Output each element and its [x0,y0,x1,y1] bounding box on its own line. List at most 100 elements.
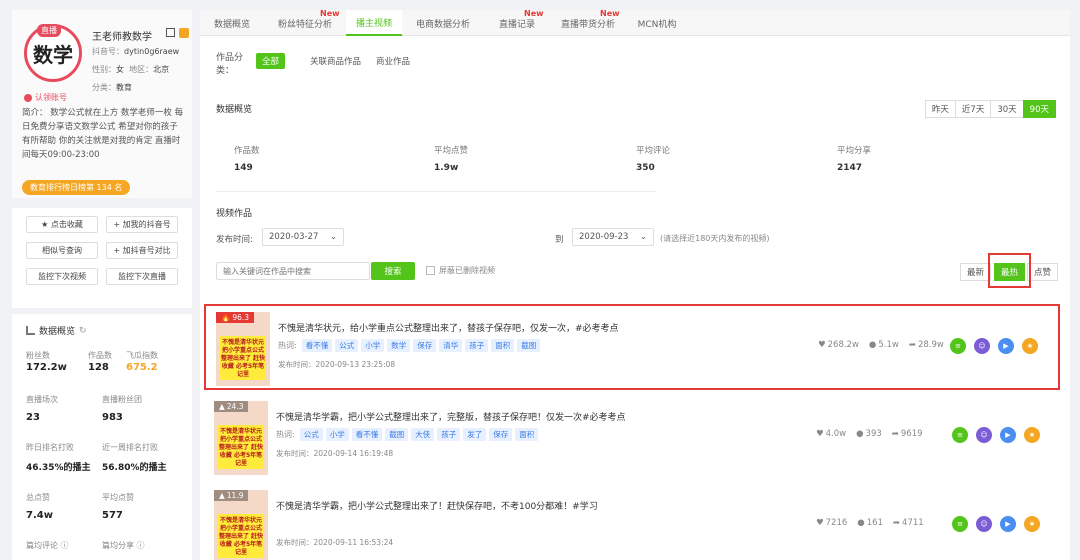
hot-tag[interactable]: 孩子 [437,428,461,441]
stat-label: 作品数 [234,146,260,156]
hot-tag[interactable]: 面积 [515,428,539,441]
hot-tag[interactable]: 清华 [439,339,463,352]
metrics: ♥ 7216 ● 161 ➦ 4711 [816,518,924,528]
tab-videos[interactable]: 播主视频 [346,10,402,36]
gender-region-row: 性别：女 地区：北京 [92,65,170,74]
video-row[interactable]: 不愧是清华状元 把小学重点公式 整理出来了 赶快收藏 必考5年笔记里 ▲ 11.9… [204,484,1060,560]
sort-likes[interactable]: 点赞 [1027,263,1059,281]
hot-tag[interactable]: 保存 [489,428,513,441]
share-icon: ➦ [908,340,916,350]
search-button[interactable]: 搜索 [371,262,415,280]
week-rank-value: 56.80%的播主 [102,463,167,473]
hot-tag[interactable]: 孩子 [465,339,489,352]
video-row[interactable]: 不愧是清华状元 把小学重点公式 整理出来了 赶快收藏 必考5年笔记里 🔥 96.3… [204,304,1060,390]
refresh-icon[interactable]: ↻ [79,326,87,336]
video-row[interactable]: 不愧是清华状元 把小学重点公式 整理出来了 赶快收藏 必考5年笔记里 ▲ 24.3… [204,395,1060,481]
hot-tag[interactable]: 公式 [335,339,359,352]
add-my-douyin-button[interactable]: + 加我的抖音号 [106,216,178,233]
hot-tag[interactable]: 数学 [387,339,411,352]
stat-value: 1.9w [434,163,459,173]
rank-pill[interactable]: 教育排行榜日榜第 134 名 [22,180,131,195]
sort-newest[interactable]: 最新 [960,263,992,281]
end-date-picker[interactable]: 2020-09-23 ⌄ [572,228,654,246]
hot-tag[interactable]: 小学 [325,428,349,441]
avatar-text: 数学 [33,42,73,67]
metrics: ♥ 4.0w ● 393 ➦ 9619 [816,429,923,439]
hot-tag[interactable]: 大侠 [411,428,435,441]
hot-tag[interactable]: 面积 [491,339,515,352]
row-actions: ≡ ☺ ▶ ★ [950,338,1038,354]
verified-icon [24,93,32,102]
category-filter-label: 作品分类： [216,53,244,76]
live-tag: 直播 [37,24,61,37]
compare-button[interactable]: + 加抖音号对比 [106,242,178,259]
video-title[interactable]: 不愧是清华学霸，把小学公式整理出来了，完整版，替孩子保存吧！仅发一次#必考考点 [276,410,626,423]
new-badge: New [524,9,544,18]
tab-bar: 数据概览 粉丝特征分析 New 播主视频 电商数据分析 直播记录 New 直播带货分… [200,9,1070,36]
video-title[interactable]: 不愧是清华状元，给小学重点公式整理出来了，替孩子保存吧，仅发一次，#必考考点 [278,321,619,334]
play-icon[interactable]: ▶ [998,338,1014,354]
flame-icon: 🔥 [221,313,231,322]
category-all[interactable]: 全部 [256,53,286,69]
hot-tag[interactable]: 截图 [385,428,409,441]
stat-value: 2147 [837,163,863,173]
hot-tag[interactable]: 发了 [463,428,487,441]
range-30d[interactable]: 30天 [990,100,1024,118]
video-thumbnail[interactable]: 不愧是清华状元 把小学重点公式 整理出来了 赶快收藏 必考5年笔记里 [216,312,270,386]
play-icon[interactable]: ▶ [1000,427,1016,443]
actions-card: ★ 点击收藏 + 加我的抖音号 相似号查询 + 加抖音号对比 监控下次视频 监控… [12,208,192,308]
to-label: 到 [555,235,564,245]
detail-icon[interactable]: ≡ [950,338,966,354]
hot-tag[interactable]: 小学 [361,339,385,352]
star-icon[interactable]: ★ [1022,338,1038,354]
hot-tag[interactable]: 保存 [413,339,437,352]
star-icon[interactable]: ★ [1024,427,1040,443]
douyin-id-row: 抖音号：dytin0g6raew [92,47,180,56]
search-input[interactable] [216,262,370,280]
avatar[interactable]: 直播 数学 [24,24,82,82]
video-title[interactable]: 不愧是清华学霸，把小学公式整理出来了！赶快保存吧，不考100分都难！#学习 [276,499,598,512]
tab-mcn[interactable]: MCN机构 [626,10,688,36]
overview-title: 数据概览 ↻ [26,324,87,337]
audience-icon[interactable]: ☺ [976,516,992,532]
audience-icon[interactable]: ☺ [974,338,990,354]
flying-index-label: 飞瓜指数 [126,351,158,360]
row-actions: ≡ ☺ ▶ ★ [952,427,1040,443]
live-count-value: 23 [26,412,40,423]
range-7d[interactable]: 近7天 [954,100,992,118]
start-date-picker[interactable]: 2020-03-27 ⌄ [262,228,344,246]
divider [216,191,656,192]
hot-tag[interactable]: 截图 [517,339,541,352]
tab-overview[interactable]: 数据概览 [200,10,264,36]
hot-tag[interactable]: 看不懂 [351,428,383,441]
video-thumbnail[interactable]: 不愧是清华状元 把小学重点公式 整理出来了 赶快收藏 必考5年笔记里 [214,401,268,475]
comment-icon: ● [856,429,864,439]
monitor-live-button[interactable]: 监控下次直播 [106,268,178,285]
range-yesterday[interactable]: 昨天 [924,100,956,118]
audience-icon[interactable]: ☺ [976,427,992,443]
similar-search-button[interactable]: 相似号查询 [26,242,98,259]
category-row: 分类：教育 [92,83,132,92]
tab-ecommerce[interactable]: 电商数据分析 [402,10,484,36]
monitor-video-button[interactable]: 监控下次视频 [26,268,98,285]
qr-code-icon[interactable] [166,28,175,37]
hot-tag[interactable]: 公式 [299,428,323,441]
star-icon[interactable]: ★ [1024,516,1040,532]
category-linked-products[interactable]: 关联商品作品 [304,53,367,69]
comment-icon: ● [868,340,877,350]
category-commercial[interactable]: 商业作品 [370,53,416,69]
favorite-button[interactable]: ★ 点击收藏 [26,216,98,233]
hot-tag[interactable]: 看不懂 [301,339,333,352]
works-label: 作品数 [88,351,112,360]
stat-value: 149 [234,163,253,173]
play-icon[interactable]: ▶ [1000,516,1016,532]
tab-fans-analysis[interactable]: 粉丝特征分析 New [264,9,346,36]
badge-icon [179,28,189,38]
detail-icon[interactable]: ≡ [952,427,968,443]
data-overview-title: 数据概览 [216,105,253,115]
detail-icon[interactable]: ≡ [952,516,968,532]
range-90d[interactable]: 90天 [1022,100,1056,118]
tab-live-records[interactable]: 直播记录 New [484,9,550,36]
tab-live-sales[interactable]: 直播带货分析 New [550,9,626,36]
hide-deleted-checkbox[interactable]: 屏蔽已删除视频 [426,265,495,276]
